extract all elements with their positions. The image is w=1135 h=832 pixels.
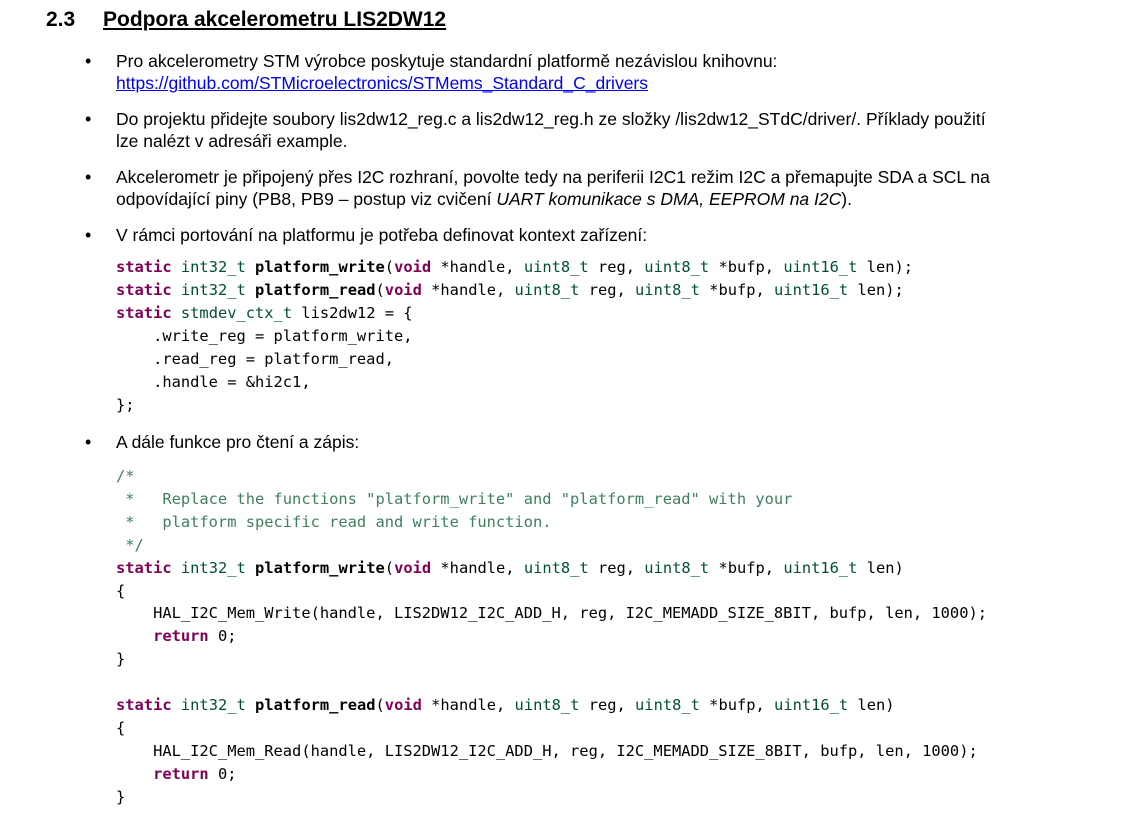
bullet-2-line-2: lze nalézt v adresáři example.	[116, 131, 348, 151]
bullet-marker: •	[85, 167, 92, 187]
exercise-reference: UART komunikace s DMA, EEPROM na I2C	[496, 189, 842, 209]
bullet-1-text: Pro akcelerometry STM výrobce poskytuje …	[116, 51, 778, 71]
section-heading: 2.3 Podpora akcelerometru LIS2DW12	[46, 8, 446, 32]
section-number: 2.3	[46, 8, 76, 31]
github-link[interactable]: https://github.com/STMicroelectronics/ST…	[116, 73, 648, 93]
code-line: static stmdev_ctx_t lis2dw12 = {	[116, 304, 413, 322]
code-line: HAL_I2C_Mem_Read(handle, LIS2DW12_I2C_AD…	[116, 741, 978, 760]
code-line: HAL_I2C_Mem_Write(handle, LIS2DW12_I2C_A…	[116, 604, 987, 623]
code-line: };	[116, 396, 135, 414]
code-line: static int32_t platform_read(void *handl…	[116, 281, 904, 299]
bullet-marker: •	[85, 51, 92, 71]
code-line: /*	[116, 467, 135, 485]
code-line: .handle = &hi2c1,	[116, 373, 311, 391]
code-line: static int32_t platform_read(void *handl…	[116, 696, 895, 715]
code-line: * Replace the functions "platform_write"…	[116, 489, 793, 508]
bullet-4-text: V rámci portování na platformu je potřeb…	[116, 225, 648, 245]
bullet-5-text: A dále funkce pro čtení a zápis:	[116, 432, 360, 452]
bullet-marker: •	[85, 109, 92, 129]
section-title: Podpora akcelerometru LIS2DW12	[103, 8, 447, 31]
code-line: return 0;	[153, 764, 237, 783]
bullet-marker: •	[85, 432, 92, 452]
code-line: * platform specific read and write funct…	[116, 512, 552, 531]
code-line: }	[116, 787, 126, 806]
code-line: .write_reg = platform_write,	[116, 327, 413, 345]
code-block-functions: /* * Replace the functions "platform_wri…	[116, 465, 987, 809]
code-line: .read_reg = platform_read,	[116, 350, 394, 368]
bullet-3-line-2: odpovídající piny (PB8, PB9 – postup viz…	[116, 189, 852, 209]
code-line: static int32_t platform_write(void *hand…	[116, 558, 904, 577]
code-block-context: static int32_t platform_write(void *hand…	[116, 256, 913, 417]
code-line: }	[116, 650, 126, 669]
code-line: {	[116, 581, 126, 600]
bullet-marker: •	[85, 225, 92, 245]
code-line: */	[116, 535, 144, 554]
code-line: {	[116, 718, 126, 737]
bullet-1-link-line: https://github.com/STMicroelectronics/ST…	[116, 72, 648, 94]
code-line: return 0;	[153, 627, 237, 646]
bullet-2-line-1: Do projektu přidejte soubory lis2dw12_re…	[116, 109, 986, 129]
bullet-3-line-1: Akcelerometr je připojený přes I2C rozhr…	[116, 167, 990, 187]
code-line: static int32_t platform_write(void *hand…	[116, 258, 914, 276]
